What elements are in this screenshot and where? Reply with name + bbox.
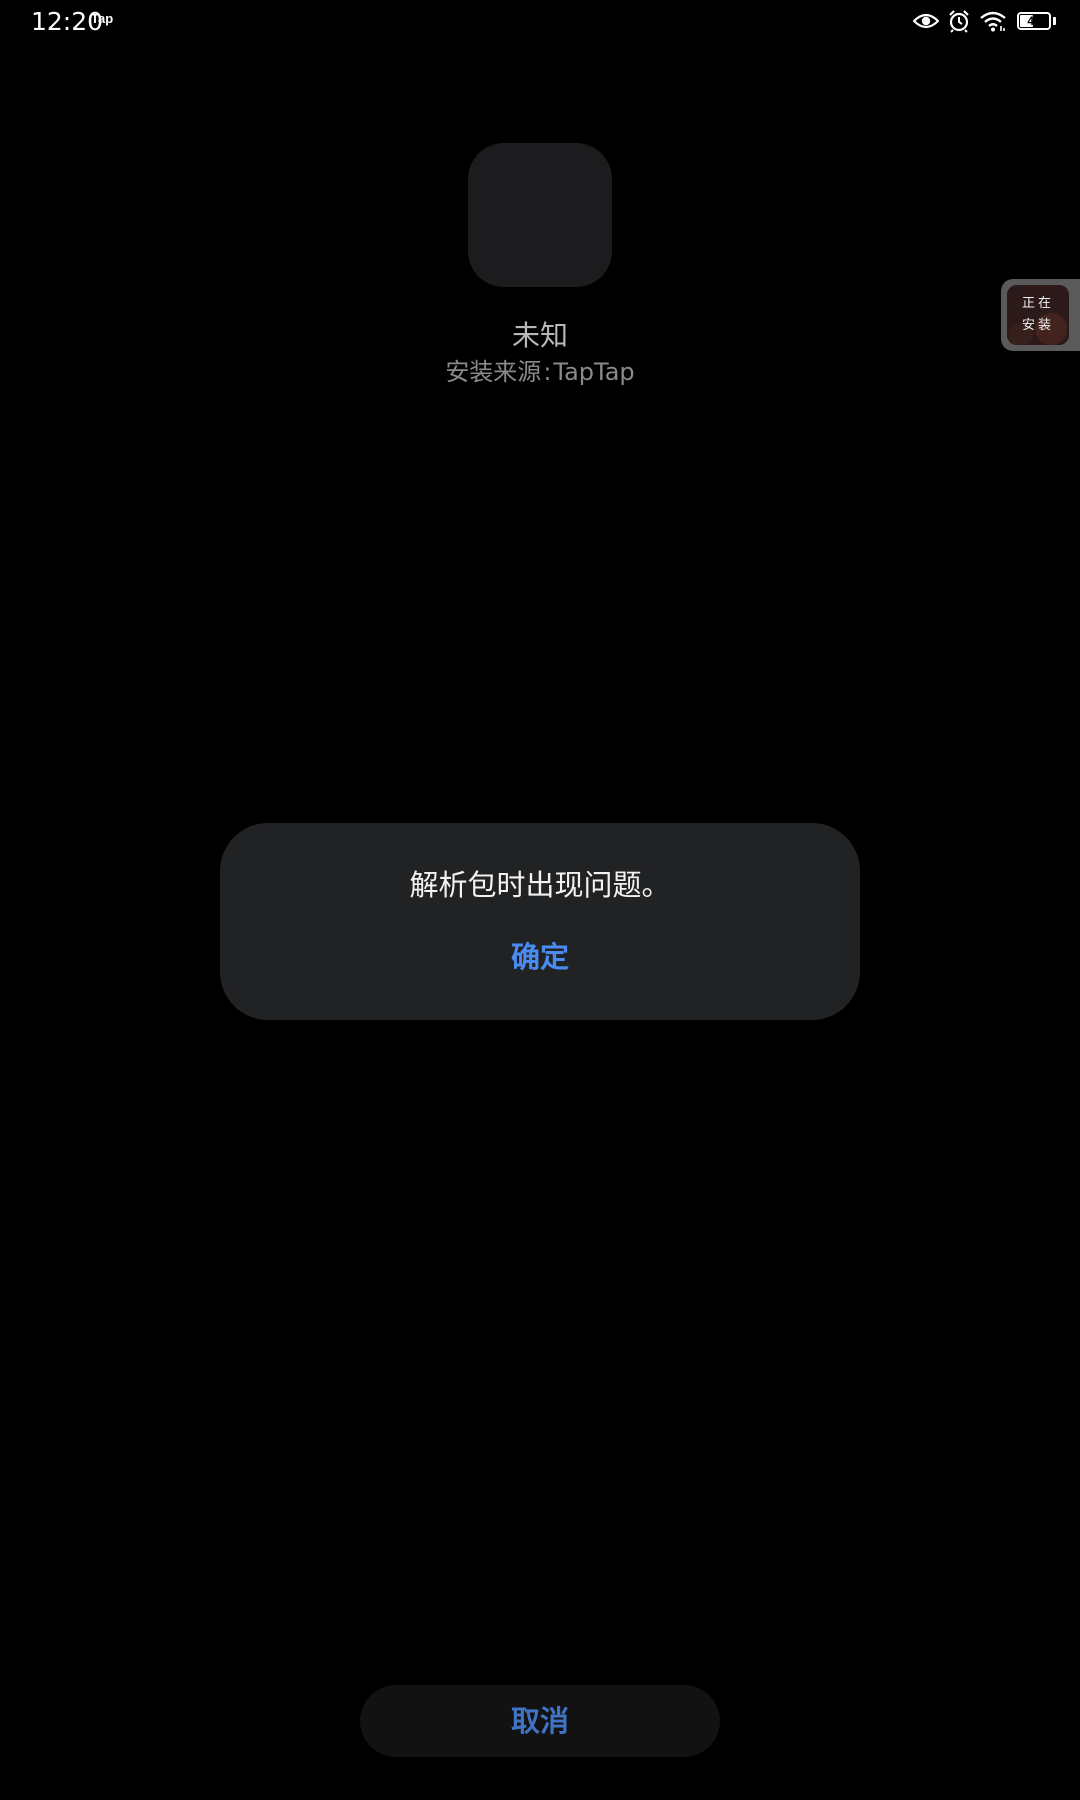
eye-icon (913, 11, 939, 31)
installing-bubble-thumbnail: 正在 安装 (1007, 285, 1069, 345)
install-source-label: 安装来源 (445, 358, 542, 386)
status-bar: 12:20 Tap 45 (0, 0, 1080, 44)
status-icons: 45 (913, 8, 1056, 34)
installing-bubble-line2: 安装 (1021, 318, 1054, 333)
app-name: 未知 (511, 319, 568, 352)
error-dialog: 解析包时出现问题。 确定 (220, 823, 860, 1020)
wifi-icon (979, 10, 1007, 32)
battery-icon: 45 (1017, 12, 1051, 30)
battery-tip (1053, 17, 1056, 25)
app-icon-placeholder (468, 143, 612, 287)
confirm-button[interactable]: 确定 (465, 933, 615, 981)
install-source-separator: : (543, 358, 552, 386)
install-source-value: TapTap (553, 358, 635, 386)
install-source: 安装来源:TapTap (0, 356, 1080, 388)
battery-level: 45 (1027, 14, 1041, 28)
cancel-button[interactable]: 取消 (360, 1685, 720, 1757)
alarm-icon (947, 9, 971, 33)
notification-app-label: Tap (91, 11, 114, 26)
dialog-message: 解析包时出现问题。 (409, 868, 671, 902)
installing-bubble-line1: 正在 (1021, 296, 1054, 311)
installing-floating-bubble[interactable]: 正在 安装 (1001, 279, 1080, 351)
installing-bubble-text: 正在 安装 (1007, 293, 1069, 337)
